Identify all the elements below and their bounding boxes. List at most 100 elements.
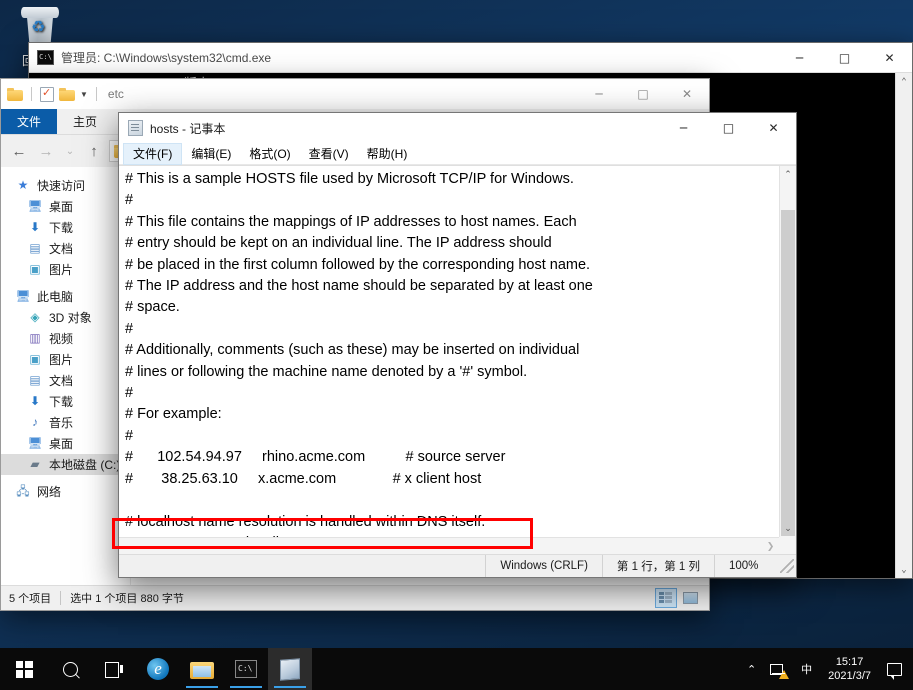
scroll-up-icon[interactable]: ⌃ (780, 166, 796, 183)
cmd-scroll-down-icon[interactable]: ⌄ (896, 561, 912, 578)
3d-objects-icon: ◈ (27, 310, 43, 325)
notepad-close-button[interactable]: ✕ (751, 113, 796, 143)
resize-grip-icon[interactable] (780, 559, 794, 573)
command-prompt-button[interactable]: C:\ (224, 648, 268, 690)
notepad-minimize-button[interactable]: ─ (661, 113, 706, 143)
chevron-down-icon[interactable]: ▼ (80, 90, 88, 99)
notifications-icon (887, 663, 902, 676)
scroll-down-icon[interactable]: ⌄ (780, 520, 796, 537)
ribbon-tab-home[interactable]: 主页 (57, 109, 113, 134)
show-hidden-icons-button[interactable]: ⌃ (740, 648, 763, 690)
notepad-menubar[interactable]: 文件(F) 编辑(E) 格式(O) 查看(V) 帮助(H) (119, 143, 796, 165)
downloads-icon: ⬇ (27, 394, 43, 409)
network-status-button[interactable] (763, 648, 794, 690)
nav-item-quick-access[interactable]: ★ 快速访问 (1, 175, 130, 196)
nav-item-music[interactable]: ♪ 音乐 (1, 412, 130, 433)
folder-icon[interactable] (7, 88, 23, 101)
windows-logo-icon (16, 661, 33, 678)
notepad-maximize-button[interactable]: □ (706, 113, 751, 143)
nav-item-label: 3D 对象 (49, 309, 92, 326)
notepad-horizontal-scrollbar[interactable]: ❯ (119, 537, 779, 554)
nav-item-documents-pc[interactable]: ▤ 文档 (1, 370, 130, 391)
scrollbar-thumb[interactable] (781, 210, 795, 536)
explorer-window-controls: ─ □ ✕ (577, 79, 709, 109)
menu-format[interactable]: 格式(O) (240, 143, 299, 165)
music-icon: ♪ (27, 415, 43, 430)
explorer-status-bar: 5 个项目 选中 1 个项目 880 字节 (1, 585, 709, 610)
details-view-button[interactable] (655, 588, 677, 608)
view-mode-buttons[interactable] (655, 588, 701, 608)
internet-explorer-icon: e (147, 658, 169, 680)
recent-locations-button[interactable]: ⌄ (61, 139, 79, 163)
nav-item-desktop[interactable]: 🖥 桌面 (1, 196, 130, 217)
explorer-navigation-pane[interactable]: ★ 快速访问 🖥 桌面 ⬇ 下载 ▤ 文档 ▣ 图片 (1, 167, 131, 585)
nav-item-label: 图片 (49, 351, 73, 368)
clock[interactable]: 15:17 2021/3/7 (819, 655, 880, 683)
system-tray[interactable]: ⌃ 中 15:17 2021/3/7 (740, 648, 913, 690)
nav-item-label: 桌面 (49, 198, 73, 215)
task-view-icon (105, 662, 123, 676)
nav-item-videos[interactable]: ▥ 视频 (1, 328, 130, 349)
notepad-button[interactable] (268, 648, 312, 690)
notifications-button[interactable] (880, 648, 909, 690)
nav-item-downloads[interactable]: ⬇ 下载 (1, 217, 130, 238)
back-button[interactable]: ← (7, 139, 31, 163)
cmd-scroll-up-icon[interactable]: ⌃ (896, 73, 912, 90)
item-count-text: 5 个项目 (9, 590, 51, 606)
up-button[interactable]: ↑ (82, 139, 106, 163)
ribbon-tab-file[interactable]: 文件 (1, 109, 57, 134)
explorer-close-button[interactable]: ✕ (665, 79, 709, 109)
scroll-right-icon[interactable]: ❯ (762, 538, 779, 554)
start-button[interactable] (0, 648, 48, 690)
file-explorer-button[interactable] (180, 648, 224, 690)
nav-item-network[interactable]: 🖧 网络 (1, 481, 130, 502)
cmd-maximize-button[interactable]: □ (822, 51, 867, 65)
videos-icon: ▥ (27, 331, 43, 346)
explorer-titlebar[interactable]: ▼ etc ─ □ ✕ (1, 79, 709, 109)
new-folder-icon[interactable] (59, 88, 75, 101)
notepad-title-text: hosts - 记事本 (150, 120, 661, 137)
notepad-window[interactable]: hosts - 记事本 ─ □ ✕ 文件(F) 编辑(E) 格式(O) 查看(V… (118, 112, 797, 578)
documents-icon: ▤ (27, 241, 43, 256)
menu-file[interactable]: 文件(F) (123, 143, 182, 165)
notepad-vertical-scrollbar[interactable]: ⌃ ⌄ (779, 166, 796, 537)
explorer-maximize-button[interactable]: □ (621, 79, 665, 109)
nav-item-3d-objects[interactable]: ◈ 3D 对象 (1, 307, 130, 328)
menu-help[interactable]: 帮助(H) (358, 143, 417, 165)
nav-item-label: 此电脑 (37, 288, 73, 305)
network-icon: 🖧 (15, 484, 31, 499)
quick-access-toolbar[interactable]: ▼ (7, 87, 100, 102)
internet-explorer-button[interactable]: e (136, 648, 180, 690)
forward-button[interactable]: → (34, 139, 58, 163)
taskbar[interactable]: e C:\ ⌃ 中 15:17 2021/3/7 (0, 648, 913, 690)
ime-indicator[interactable]: 中 (794, 648, 819, 690)
explorer-title-text: etc (108, 87, 124, 101)
nav-item-this-pc[interactable]: 🖥 此电脑 (1, 286, 130, 307)
selection-text: 选中 1 个项目 880 字节 (70, 590, 184, 606)
task-view-button[interactable] (92, 648, 136, 690)
cmd-vertical-scrollbar[interactable]: ⌃ ⌄ (895, 73, 912, 578)
cmd-minimize-button[interactable]: ─ (777, 51, 822, 65)
explorer-minimize-button[interactable]: ─ (577, 79, 621, 109)
nav-item-local-disk-c[interactable]: ▰ 本地磁盘 (C:) (1, 454, 130, 475)
large-icons-view-icon (683, 592, 698, 604)
nav-item-downloads-pc[interactable]: ⬇ 下载 (1, 391, 130, 412)
nav-item-desktop-pc[interactable]: 🖥 桌面 (1, 433, 130, 454)
nav-item-documents[interactable]: ▤ 文档 (1, 238, 130, 259)
notepad-titlebar[interactable]: hosts - 记事本 ─ □ ✕ (119, 113, 796, 143)
cmd-window-controls: ─ □ ✕ (777, 51, 912, 65)
menu-edit[interactable]: 编辑(E) (182, 143, 240, 165)
nav-item-pictures[interactable]: ▣ 图片 (1, 259, 130, 280)
nav-item-label: 下载 (49, 219, 73, 236)
notepad-text-area[interactable]: # This is a sample HOSTS file used by Mi… (119, 165, 796, 554)
cmd-titlebar[interactable]: C:\ 管理员: C:\Windows\system32\cmd.exe ─ □… (29, 43, 912, 73)
encoding-status: Windows (CRLF) (485, 555, 602, 577)
menu-view[interactable]: 查看(V) (300, 143, 358, 165)
clock-time: 15:17 (828, 655, 871, 669)
notepad-text-content[interactable]: # This is a sample HOSTS file used by Mi… (125, 169, 772, 554)
search-button[interactable] (48, 648, 92, 690)
large-icons-view-button[interactable] (679, 588, 701, 608)
properties-icon[interactable] (40, 87, 54, 102)
cmd-close-button[interactable]: ✕ (867, 51, 912, 65)
nav-item-pictures-pc[interactable]: ▣ 图片 (1, 349, 130, 370)
